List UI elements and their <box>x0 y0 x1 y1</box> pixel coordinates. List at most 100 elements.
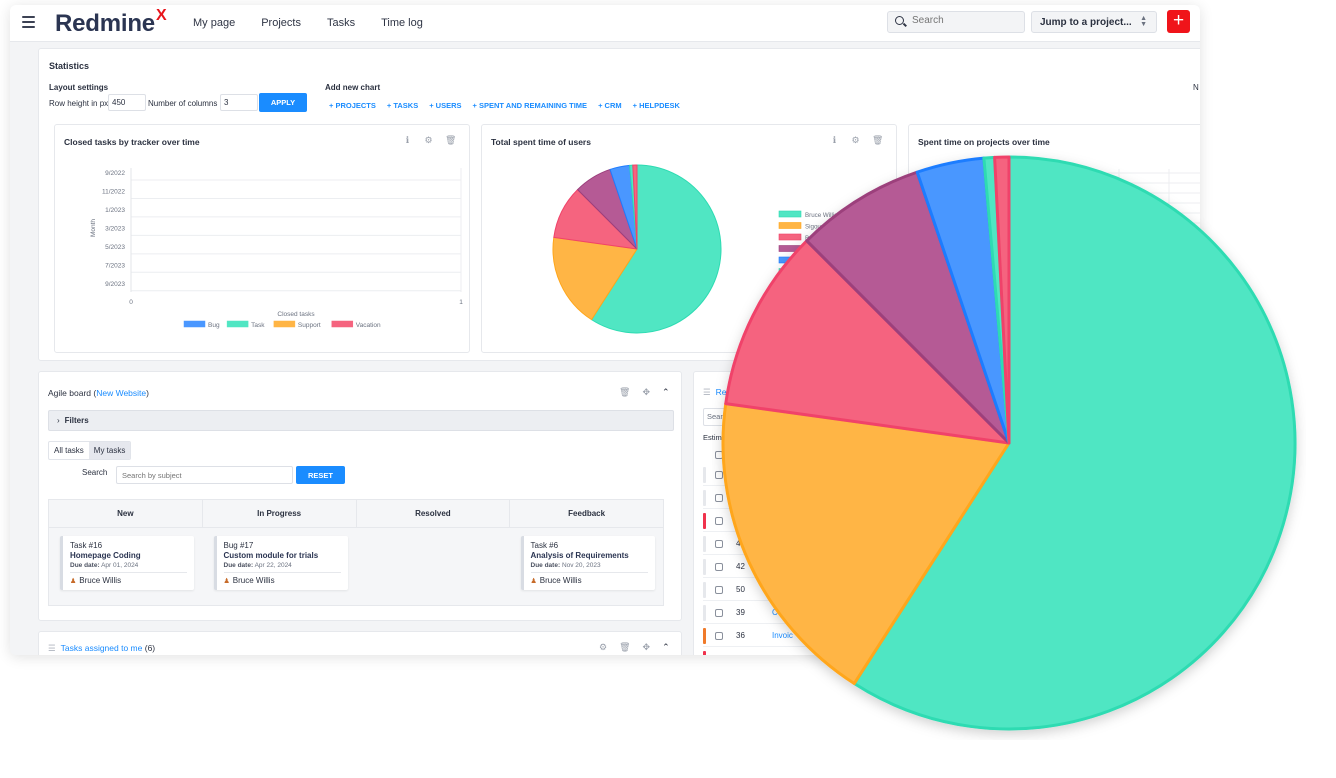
x-axis-label: Closed tasks <box>277 311 315 318</box>
nav-projects[interactable]: Projects <box>261 17 301 29</box>
search-input[interactable] <box>912 15 1017 26</box>
logo-x: X <box>155 7 167 24</box>
column-header-new: New <box>49 500 203 527</box>
task-due: Due date: Apr 22, 2024 <box>223 562 341 573</box>
user-icon: ♟ <box>70 578 77 585</box>
search-label: Search <box>82 468 108 477</box>
nav-tasks[interactable]: Tasks <box>327 17 355 29</box>
columns-label: Number of columns <box>148 99 218 108</box>
logo-text: Redmine <box>55 10 155 37</box>
global-search <box>887 11 1025 33</box>
user-icon: ♟ <box>223 578 230 585</box>
priority-marker <box>703 536 706 552</box>
assigned-actions: ⚙ 🗑 ✥ ⌃ <box>599 642 670 653</box>
column-feedback: Task #6 Analysis of Requirements Due dat… <box>510 528 664 598</box>
move-icon[interactable]: ✥ <box>642 387 650 398</box>
tab-all-tasks[interactable]: All tasks <box>49 442 89 459</box>
tab-my-tasks[interactable]: My tasks <box>88 442 131 459</box>
task-name: Custom module for trials <box>223 551 319 560</box>
column-resolved <box>356 528 510 598</box>
nav-my-page[interactable]: My page <box>193 17 235 29</box>
trash-icon[interactable]: 🗑 <box>619 642 630 653</box>
add-chart-links: + PROJECTS + TASKS + USERS + SPENT AND R… <box>329 101 691 110</box>
trash-icon[interactable]: 🗑 <box>872 135 883 146</box>
hamburger-menu-icon[interactable] <box>22 16 35 28</box>
agile-board-title: Agile board (New Website) <box>48 388 149 398</box>
move-icon[interactable]: ✥ <box>643 642 651 653</box>
project-link[interactable]: New Website <box>96 388 146 398</box>
collapse-chevron-up-icon[interactable]: ⌃ <box>662 387 670 398</box>
pie-group <box>721 155 1297 731</box>
add-chart-users[interactable]: + USERS <box>429 101 461 110</box>
info-icon[interactable]: ℹ <box>830 135 839 146</box>
closed-tasks-chart-card: Closed tasks by tracker over time ℹ ⚙ 🗑 … <box>54 124 470 353</box>
y-tick-label: 11/2022 <box>102 188 125 195</box>
x-tick-label: 1 <box>459 299 463 306</box>
priority-marker <box>703 490 706 506</box>
search-icon <box>895 16 904 25</box>
row-height-input[interactable] <box>108 94 146 111</box>
legend-label[interactable]: Support <box>298 322 321 329</box>
legend-label[interactable]: Vacation <box>356 322 381 329</box>
chart-title: Total spent time of users <box>491 137 591 147</box>
filters-toggle[interactable]: › Filters <box>48 410 674 431</box>
add-chart-projects[interactable]: + PROJECTS <box>329 101 376 110</box>
apply-button[interactable]: APPLY <box>259 93 307 112</box>
legend-swatch[interactable] <box>331 320 354 328</box>
top-bar: RedmineX My page Projects Tasks Time log… <box>10 5 1200 42</box>
legend-swatch[interactable] <box>226 320 249 328</box>
task-assignee: ♟ Bruce Willis <box>70 576 122 585</box>
y-tick-label: 3/2023 <box>105 225 125 232</box>
cut-off-text: N <box>1193 83 1199 92</box>
trash-icon[interactable]: 🗑 <box>619 387 630 398</box>
gear-icon[interactable]: ⚙ <box>851 135 860 146</box>
list-icon: ☰ <box>48 643 56 653</box>
task-id: Task #6 <box>530 541 559 550</box>
add-chart-crm[interactable]: + CRM <box>598 101 622 110</box>
add-new-chart-label: Add new chart <box>325 83 381 92</box>
legend-swatch[interactable] <box>273 320 296 328</box>
search-by-subject-input[interactable] <box>116 466 293 484</box>
task-card[interactable]: Task #6 Analysis of Requirements Due dat… <box>520 536 655 590</box>
priority-marker <box>703 605 706 621</box>
legend-label[interactable]: Bug <box>208 322 220 329</box>
card-actions: ℹ ⚙ 🗑 <box>403 135 457 146</box>
add-chart-helpdesk[interactable]: + HELPDESK <box>633 101 680 110</box>
info-icon[interactable]: ℹ <box>403 135 412 146</box>
gear-icon[interactable]: ⚙ <box>599 642 607 653</box>
trash-icon[interactable]: 🗑 <box>445 135 456 146</box>
reset-button[interactable]: RESET <box>296 466 345 484</box>
layout-settings-label: Layout settings <box>49 83 109 92</box>
y-axis-label: Month <box>90 219 97 237</box>
gear-icon[interactable]: ⚙ <box>424 135 433 146</box>
priority-marker <box>703 559 706 575</box>
column-in-progress: Bug #17 Custom module for trials Due dat… <box>203 528 357 598</box>
user-icon: ♟ <box>530 578 537 585</box>
tasks-assigned-link[interactable]: Tasks assigned to me <box>61 643 143 653</box>
add-chart-spent-remaining[interactable]: + SPENT AND REMAINING TIME <box>473 101 588 110</box>
add-chart-tasks[interactable]: + TASKS <box>387 101 418 110</box>
priority-marker <box>703 582 706 598</box>
y-tick-label: 9/2022 <box>105 170 125 177</box>
card-actions: ℹ ⚙ 🗑 <box>830 135 884 146</box>
select-arrows-icon: ▲ ▼ <box>1140 15 1147 28</box>
columns-input[interactable] <box>220 94 258 111</box>
nav-time-log[interactable]: Time log <box>381 17 423 29</box>
board-header: New In Progress Resolved Feedback <box>49 500 663 528</box>
row-height-label: Row height in px <box>49 99 109 108</box>
legend-label[interactable]: Task <box>251 322 265 329</box>
legend-swatch[interactable] <box>183 320 206 328</box>
task-card[interactable]: Bug #17 Custom module for trials Due dat… <box>213 536 348 590</box>
jump-to-project-select[interactable]: Jump to a project... ▲ ▼ <box>1031 11 1157 33</box>
collapse-chevron-up-icon[interactable]: ⌃ <box>662 642 670 653</box>
chevron-right-icon: › <box>57 416 60 425</box>
y-tick-label: 7/2023 <box>105 262 125 269</box>
filters-label: Filters <box>64 416 89 425</box>
task-assignee: ♟ Bruce Willis <box>530 576 582 585</box>
task-scope-tabs: All tasks My tasks <box>48 441 132 460</box>
task-due: Due date: Apr 01, 2024 <box>70 562 187 573</box>
task-card[interactable]: Task #16 Homepage Coding Due date: Apr 0… <box>60 536 194 590</box>
logo[interactable]: RedmineX <box>55 7 167 38</box>
task-due: Due date: Nov 20, 2023 <box>530 562 648 573</box>
add-new-button[interactable]: + <box>1167 10 1190 33</box>
